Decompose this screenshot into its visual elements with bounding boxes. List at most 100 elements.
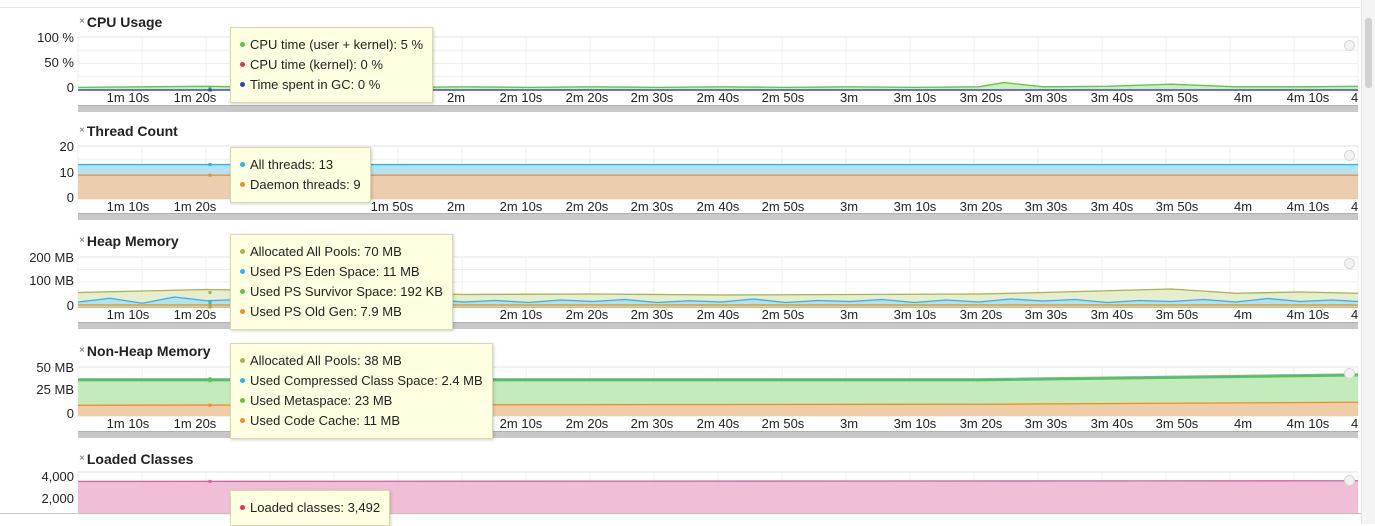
panel-title: ×Heap Memory bbox=[79, 233, 179, 249]
x-tick-label: 1m 10s bbox=[107, 90, 150, 105]
corner-handle-icon[interactable] bbox=[1344, 150, 1355, 161]
x-tick-label: 4m bbox=[1234, 199, 1252, 214]
x-tick-label: 3m 50s bbox=[1156, 199, 1199, 214]
x-tick-label: 3m bbox=[840, 199, 858, 214]
x-tick-label: 2m 10s bbox=[500, 199, 543, 214]
panel-title-text: Thread Count bbox=[87, 123, 178, 139]
heap-memory-panel: ×Heap Memory 200 MB 100 MB 0 1m 10s1m 20… bbox=[0, 226, 1360, 340]
panel-title-text: Non-Heap Memory bbox=[87, 343, 211, 359]
x-tick-label: 4m 10s bbox=[1287, 90, 1330, 105]
series-marker-icon bbox=[240, 309, 245, 314]
tooltip-text: Daemon threads: 9 bbox=[250, 177, 361, 192]
tooltip-row: Used Compressed Class Space: 2.4 MB bbox=[240, 371, 483, 391]
x-tick-label: 2m 30s bbox=[631, 416, 674, 431]
x-tick-label: 3m 20s bbox=[960, 416, 1003, 431]
x-tick-label: 2m 40s bbox=[697, 307, 740, 322]
tooltip-text: CPU time (kernel): 0 % bbox=[250, 57, 383, 72]
tooltip-text: Time spent in GC: 0 % bbox=[250, 77, 380, 92]
y-tick-label: 100 % bbox=[0, 30, 74, 45]
corner-handle-icon[interactable] bbox=[1344, 475, 1355, 486]
tooltip-text: CPU time (user + kernel): 5 % bbox=[250, 37, 423, 52]
vertical-scrollbar[interactable] bbox=[1361, 0, 1375, 524]
x-tick-label: 2m 50s bbox=[762, 307, 805, 322]
x-tick-label-cut: 4 bbox=[1351, 307, 1358, 322]
x-tick-label: 1m 20s bbox=[174, 307, 217, 322]
corner-handle-icon[interactable] bbox=[1344, 40, 1355, 51]
tooltip-row: CPU time (kernel): 0 % bbox=[240, 55, 423, 75]
thread-count-panel: ×Thread Count 20 10 0 1m 10s1m 20s1m 50s… bbox=[0, 118, 1360, 226]
series-marker-icon bbox=[240, 358, 245, 363]
x-tick-label: 2m 20s bbox=[566, 90, 609, 105]
non-heap-memory-panel: ×Non-Heap Memory 50 MB 25 MB 0 1m 10s1m … bbox=[0, 340, 1360, 448]
x-tick-label: 3m 10s bbox=[894, 90, 937, 105]
y-tick-label: 0 bbox=[0, 80, 74, 95]
scrollbar-thumb[interactable] bbox=[1365, 18, 1372, 88]
cpu-usage-panel: ×CPU Usage 100 % 50 % 0 1m 10s1m 20s2m2m… bbox=[0, 0, 1360, 118]
tooltip-text: Used Metaspace: 23 MB bbox=[250, 393, 392, 408]
bottom-divider bbox=[0, 513, 1375, 514]
tooltip-text: Used PS Old Gen: 7.9 MB bbox=[250, 304, 402, 319]
x-tick-label: 2m 40s bbox=[697, 90, 740, 105]
corner-handle-icon[interactable] bbox=[1344, 368, 1355, 379]
tooltip-row: Allocated All Pools: 70 MB bbox=[240, 242, 443, 262]
tooltip-row: Used PS Old Gen: 7.9 MB bbox=[240, 302, 443, 322]
tooltip-row: CPU time (user + kernel): 5 % bbox=[240, 35, 423, 55]
x-tick-label: 1m 10s bbox=[107, 416, 150, 431]
x-tick-label: 2m 30s bbox=[631, 90, 674, 105]
series-marker-icon bbox=[240, 269, 245, 274]
panel-title-text: CPU Usage bbox=[87, 14, 162, 30]
tooltip-text: Used Code Cache: 11 MB bbox=[250, 413, 400, 428]
tooltip-text: Used PS Survivor Space: 192 KB bbox=[250, 284, 443, 299]
corner-handle-icon[interactable] bbox=[1344, 258, 1355, 269]
series-marker-icon bbox=[240, 418, 245, 423]
y-tick-label: 100 MB bbox=[0, 273, 74, 288]
x-tick-label: 3m 30s bbox=[1025, 90, 1068, 105]
close-icon[interactable]: × bbox=[79, 125, 85, 136]
tooltip-text: Allocated All Pools: 38 MB bbox=[250, 353, 402, 368]
loaded-classes-tooltip: Loaded classes: 3,492 bbox=[230, 490, 390, 526]
tooltip-text: Used PS Eden Space: 11 MB bbox=[250, 264, 420, 279]
tooltip-text: Loaded classes: 3,492 bbox=[250, 500, 380, 515]
x-tick-label: 2m 20s bbox=[566, 307, 609, 322]
tooltip-row: All threads: 13 bbox=[240, 155, 361, 175]
y-tick-label: 20 bbox=[0, 139, 74, 154]
tooltip-row: Used Metaspace: 23 MB bbox=[240, 391, 483, 411]
series-marker-icon bbox=[240, 398, 245, 403]
x-tick-label: 3m 50s bbox=[1156, 90, 1199, 105]
hover-marker bbox=[209, 163, 212, 166]
hover-marker bbox=[209, 301, 212, 304]
tooltip-text: Allocated All Pools: 70 MB bbox=[250, 244, 402, 259]
x-tick-label: 3m 10s bbox=[894, 199, 937, 214]
close-icon[interactable]: × bbox=[79, 16, 85, 27]
x-tick-label: 2m 30s bbox=[631, 307, 674, 322]
close-icon[interactable]: × bbox=[79, 345, 85, 356]
series-marker-icon bbox=[240, 249, 245, 254]
x-tick-label: 2m 30s bbox=[631, 199, 674, 214]
heap-memory-tooltip: Allocated All Pools: 70 MB Used PS Eden … bbox=[230, 234, 453, 330]
hover-marker bbox=[209, 404, 212, 407]
close-icon[interactable]: × bbox=[79, 235, 85, 246]
x-tick-label: 1m 20s bbox=[174, 199, 217, 214]
timeline-scrollbar[interactable] bbox=[78, 213, 1358, 220]
x-tick-label: 1m 50s bbox=[371, 199, 414, 214]
cpu-usage-tooltip: CPU time (user + kernel): 5 % CPU time (… bbox=[230, 27, 433, 103]
series-marker-icon bbox=[240, 505, 245, 510]
series-marker-icon bbox=[240, 82, 245, 87]
x-tick-label: 3m 50s bbox=[1156, 416, 1199, 431]
y-tick-label: 0 bbox=[0, 298, 74, 313]
y-tick-label: 2,000 bbox=[0, 491, 74, 506]
tooltip-row: Time spent in GC: 0 % bbox=[240, 75, 423, 95]
timeline-scrollbar[interactable] bbox=[78, 105, 1358, 112]
x-tick-label: 2m 10s bbox=[500, 307, 543, 322]
y-tick-label: 10 bbox=[0, 165, 74, 180]
panel-title: ×CPU Usage bbox=[79, 14, 162, 30]
y-tick-label: 50 MB bbox=[0, 360, 74, 375]
x-tick-label: 2m 20s bbox=[566, 199, 609, 214]
close-icon[interactable]: × bbox=[79, 453, 85, 464]
x-tick-label: 2m 50s bbox=[762, 199, 805, 214]
y-tick-label: 0 bbox=[0, 406, 74, 421]
x-tick-label: 3m 10s bbox=[894, 416, 937, 431]
series-marker-icon bbox=[240, 378, 245, 383]
series-marker-icon bbox=[240, 62, 245, 67]
x-tick-label: 4m bbox=[1234, 307, 1252, 322]
